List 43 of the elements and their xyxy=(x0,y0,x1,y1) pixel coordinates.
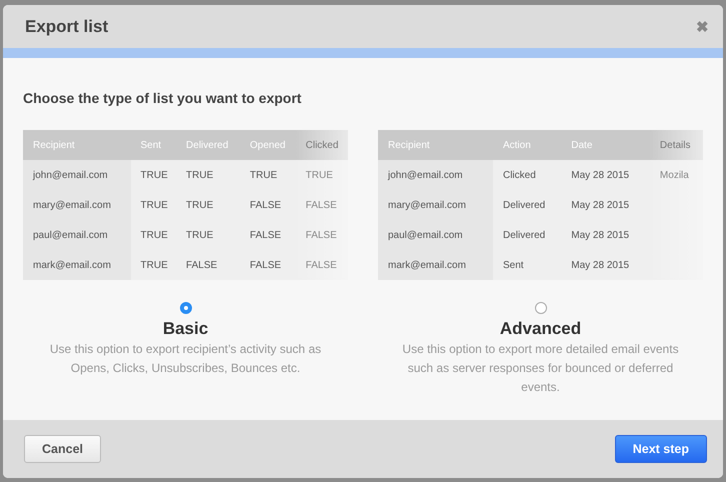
table-cell: john@email.com xyxy=(23,160,131,190)
table-cell: mark@email.com xyxy=(378,250,493,280)
table-cell: Clicked xyxy=(492,160,562,190)
table-cell: TRUE xyxy=(130,160,176,190)
table-cell: TRUE xyxy=(296,160,348,190)
radio-button[interactable] xyxy=(180,302,192,314)
table-cell: May 28 2015 xyxy=(561,190,650,220)
table-cell: paul@email.com xyxy=(378,220,493,250)
table-cell: TRUE xyxy=(130,190,176,220)
option-title: Advanced xyxy=(500,319,582,339)
table-cell: mary@email.com xyxy=(378,190,493,220)
option-description: Use this option to export recipient’s activity such as Opens, Clicks, Unsubscribes, Bounces etc. xyxy=(48,341,322,377)
close-button[interactable]: ✖ xyxy=(696,18,709,36)
table-cell: TRUE xyxy=(176,220,240,250)
table-cell: FALSE xyxy=(240,220,296,250)
column-header: Details xyxy=(650,130,703,160)
table-cell: john@email.com xyxy=(378,160,493,190)
option-description: Use this option to export more detailed email events such as server responses for bounced or deferred events. xyxy=(401,341,680,396)
dialog-title: Export list xyxy=(25,16,108,36)
table-cell: FALSE xyxy=(176,250,240,280)
prompt-text: Choose the type of list you want to export xyxy=(23,90,302,106)
cancel-button[interactable]: Cancel xyxy=(24,435,101,463)
table-cell: May 28 2015 xyxy=(561,250,650,280)
table-cell: Delivered xyxy=(492,190,562,220)
table-cell: May 28 2015 xyxy=(561,220,650,250)
table-cell: FALSE xyxy=(240,250,296,280)
option-title: Basic xyxy=(162,319,208,339)
table-cell: mark@email.com xyxy=(23,250,131,280)
table-cell: TRUE xyxy=(240,160,296,190)
column-header: Clicked xyxy=(296,130,348,160)
next-step-button[interactable]: Next step xyxy=(614,435,707,463)
table-cell: TRUE xyxy=(176,190,240,220)
radio-button[interactable] xyxy=(534,302,546,314)
table-cell: paul@email.com xyxy=(23,220,131,250)
table-cell: May 28 2015 xyxy=(561,160,650,190)
table-cell: TRUE xyxy=(130,220,176,250)
table-cell: TRUE xyxy=(130,250,176,280)
table-cell: mary@email.com xyxy=(23,190,131,220)
table-cell: Sent xyxy=(492,250,562,280)
table-cell: Mozila xyxy=(650,160,703,190)
table-cell: TRUE xyxy=(176,160,240,190)
table-cell: FALSE xyxy=(240,190,296,220)
table-cell: Delivered xyxy=(492,220,562,250)
